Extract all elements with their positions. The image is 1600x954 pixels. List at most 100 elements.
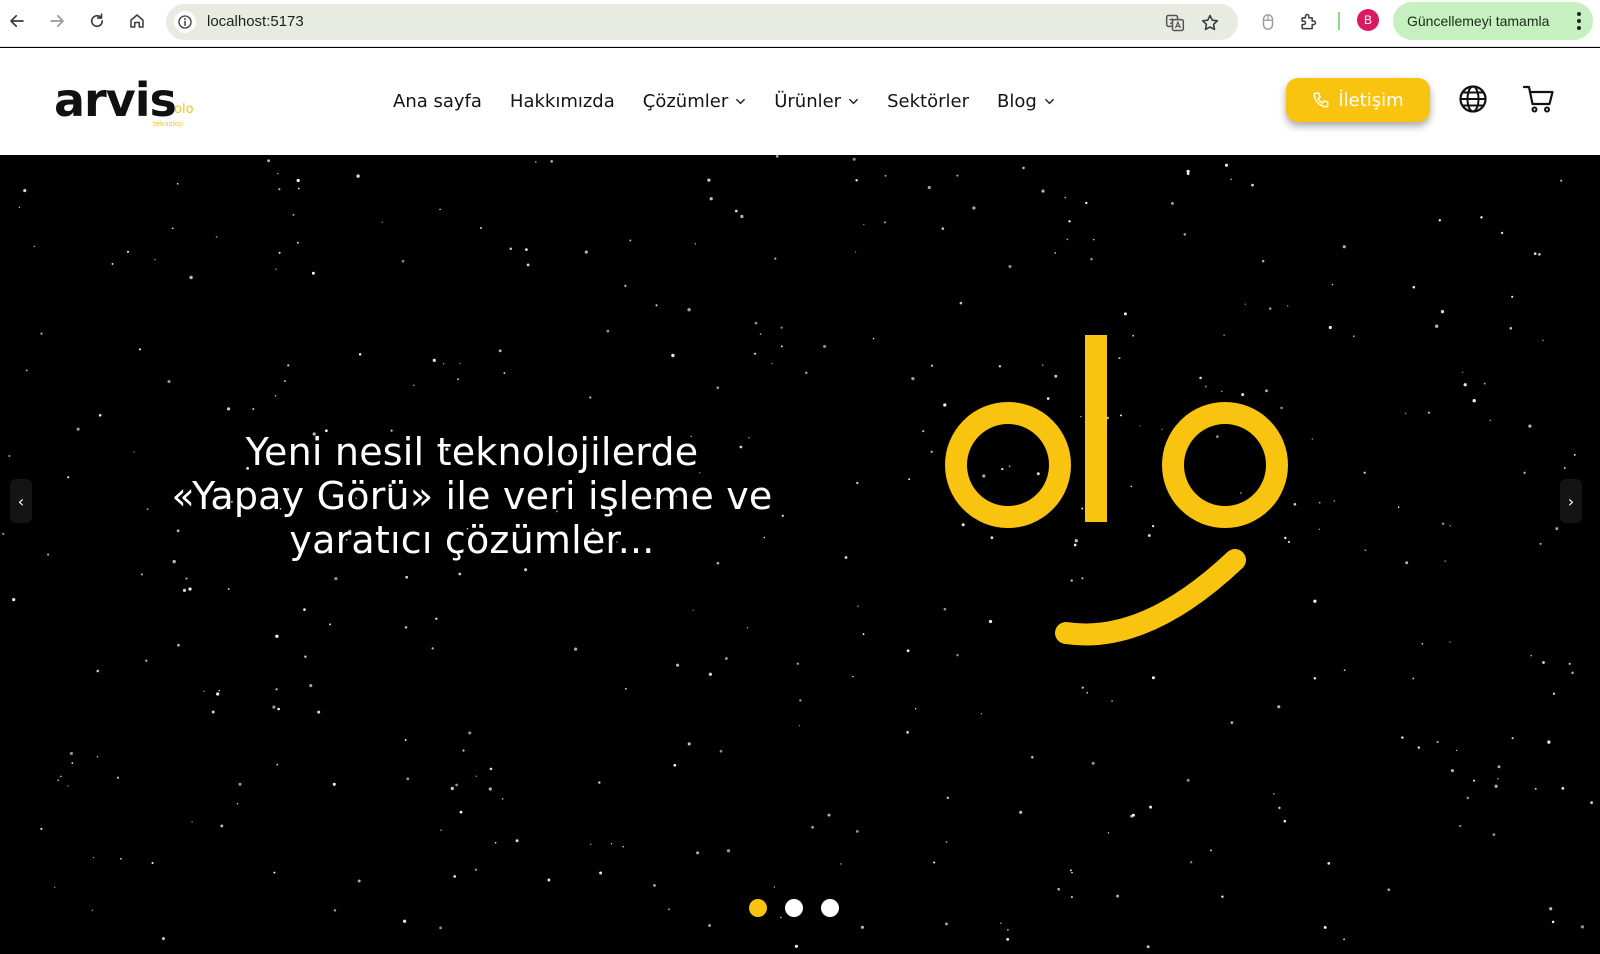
star xyxy=(284,380,286,382)
star xyxy=(1364,549,1367,552)
slide-dot-2[interactable] xyxy=(785,899,803,917)
star xyxy=(92,856,95,859)
star xyxy=(746,627,749,629)
star xyxy=(1041,189,1045,193)
star xyxy=(191,821,193,823)
home-button[interactable] xyxy=(124,8,150,34)
star xyxy=(439,208,441,211)
globe-icon[interactable] xyxy=(1458,84,1488,114)
star xyxy=(402,919,407,923)
star xyxy=(740,214,744,219)
star xyxy=(138,348,141,351)
star xyxy=(1131,813,1135,817)
browser-menu-icon[interactable] xyxy=(1577,12,1581,30)
star xyxy=(405,575,409,579)
bookmark-star-icon[interactable] xyxy=(1199,12,1221,34)
cart-icon[interactable] xyxy=(1522,84,1554,114)
star xyxy=(1111,700,1113,702)
star xyxy=(692,609,694,611)
star xyxy=(1054,251,1057,254)
star xyxy=(796,662,800,665)
nav-home[interactable]: Ana sayfa xyxy=(393,91,482,112)
forward-arrow-icon xyxy=(50,14,64,28)
star xyxy=(653,884,656,887)
star xyxy=(1539,542,1542,545)
star xyxy=(275,268,277,271)
star xyxy=(67,785,69,787)
star xyxy=(1547,740,1551,744)
star xyxy=(922,430,925,433)
star xyxy=(171,227,174,230)
star xyxy=(972,206,976,210)
star xyxy=(906,649,910,653)
slide-dot-3[interactable] xyxy=(821,899,839,917)
star xyxy=(535,161,537,163)
star xyxy=(238,782,242,786)
star xyxy=(1560,179,1563,182)
star xyxy=(439,926,442,930)
extension-mouse-icon[interactable] xyxy=(1256,10,1280,34)
star xyxy=(442,363,445,365)
arvis-logo[interactable]: arvis olo teknoloji xyxy=(54,72,204,132)
star xyxy=(60,775,62,778)
address-bar[interactable]: localhost:5173 xyxy=(166,4,1238,40)
translate-icon[interactable] xyxy=(1164,12,1186,34)
star xyxy=(458,572,462,576)
star xyxy=(716,561,720,565)
star xyxy=(945,922,948,926)
prev-slide-button[interactable]: ‹ xyxy=(10,479,32,523)
star xyxy=(856,481,859,485)
star xyxy=(440,829,442,831)
forward-button[interactable] xyxy=(44,8,70,34)
star xyxy=(236,802,239,805)
star xyxy=(1472,399,1476,403)
star xyxy=(1273,792,1275,795)
update-browser-button[interactable]: Güncellemeyi tamamla xyxy=(1393,2,1593,40)
star xyxy=(1091,761,1095,765)
site-info-icon[interactable] xyxy=(174,11,196,33)
nav-solutions[interactable]: Çözümler xyxy=(643,91,746,112)
star xyxy=(687,742,691,746)
star xyxy=(431,647,434,650)
star xyxy=(946,796,950,800)
star xyxy=(584,250,588,254)
star xyxy=(1483,382,1486,385)
nav-blog[interactable]: Blog xyxy=(997,91,1055,112)
star xyxy=(844,556,848,559)
nav-about[interactable]: Hakkımızda xyxy=(510,91,615,112)
star xyxy=(47,553,50,556)
star xyxy=(1401,736,1404,739)
star xyxy=(1085,201,1088,205)
star xyxy=(709,197,713,201)
back-button[interactable] xyxy=(4,8,30,34)
star xyxy=(1343,669,1346,672)
contact-button[interactable]: İletişim xyxy=(1286,78,1430,122)
star xyxy=(524,568,528,572)
nav-products[interactable]: Ürünler xyxy=(774,91,859,112)
star xyxy=(1313,599,1317,603)
extensions-puzzle-icon[interactable] xyxy=(1296,10,1320,34)
star xyxy=(1327,862,1331,865)
nav-sectors[interactable]: Sektörler xyxy=(887,91,969,112)
star xyxy=(1449,525,1451,527)
star xyxy=(329,623,332,626)
star xyxy=(161,937,165,941)
url-text[interactable]: localhost:5173 xyxy=(207,4,304,40)
star xyxy=(1435,324,1439,328)
next-slide-button[interactable]: › xyxy=(1560,479,1582,523)
star xyxy=(911,376,915,381)
profile-avatar[interactable]: B xyxy=(1357,9,1379,31)
star xyxy=(40,827,43,830)
star xyxy=(292,214,295,216)
slide-dot-1[interactable] xyxy=(749,899,767,917)
star xyxy=(333,909,337,912)
reload-button[interactable] xyxy=(84,8,110,34)
star xyxy=(1318,528,1320,530)
star xyxy=(622,845,625,848)
star xyxy=(1022,166,1025,170)
star xyxy=(54,886,56,888)
star xyxy=(780,326,783,329)
star xyxy=(852,157,856,161)
star xyxy=(883,221,886,224)
star xyxy=(381,221,383,223)
